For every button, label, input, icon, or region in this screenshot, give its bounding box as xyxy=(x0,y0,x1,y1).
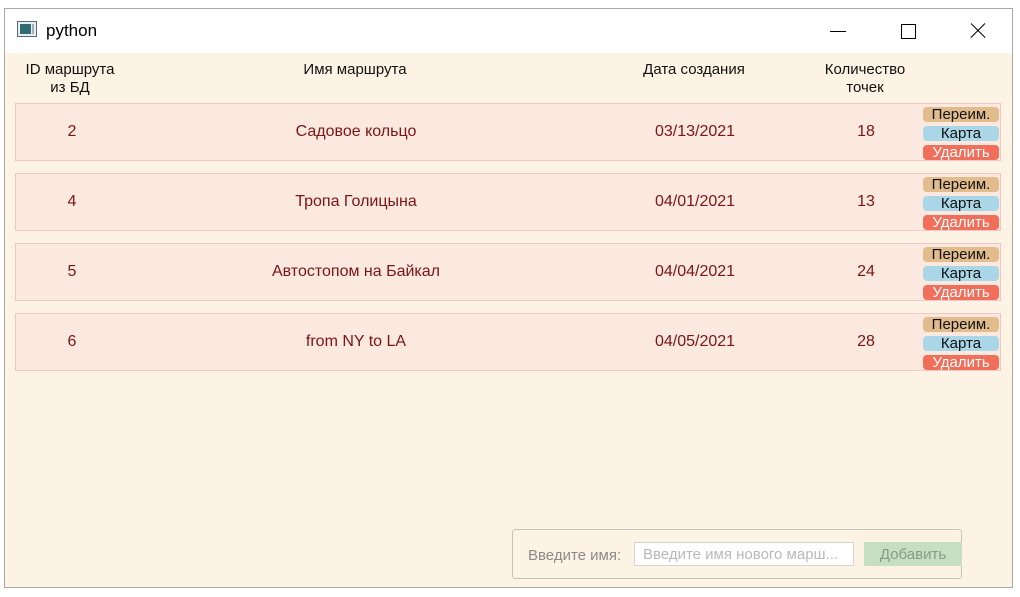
close-button[interactable] xyxy=(955,9,1001,53)
add-button[interactable]: Добавить xyxy=(864,542,962,566)
delete-button[interactable]: Удалить xyxy=(923,285,999,300)
route-id: 4 xyxy=(67,193,77,210)
map-button[interactable]: Карта xyxy=(923,196,999,211)
delete-button[interactable]: Удалить xyxy=(923,145,999,160)
route-id: 6 xyxy=(67,333,77,350)
app-window: python ID маршрута из БД Имя маршрута Да… xyxy=(4,8,1013,588)
route-point-count: 28 xyxy=(857,333,875,350)
map-button[interactable]: Карта xyxy=(923,126,999,141)
map-button[interactable]: Карта xyxy=(923,336,999,351)
header-date: Дата создания xyxy=(643,61,745,78)
route-point-count: 13 xyxy=(857,193,875,210)
maximize-button[interactable] xyxy=(885,9,931,53)
route-name: Тропа Голицына xyxy=(295,193,417,210)
rename-button[interactable]: Переим. xyxy=(923,247,999,262)
minimize-button[interactable] xyxy=(815,9,861,53)
route-name: Автостопом на Байкал xyxy=(271,263,441,280)
name-label: Введите имя: xyxy=(528,547,622,564)
maximize-icon xyxy=(900,23,916,39)
route-name-input[interactable] xyxy=(634,542,854,566)
route-row: 4 Тропа Голицына 04/01/2021 13 Переим. К… xyxy=(15,173,1001,231)
route-name: Садовое кольцо xyxy=(295,123,417,140)
rename-button[interactable]: Переим. xyxy=(923,317,999,332)
route-name: from NY to LA xyxy=(305,333,407,350)
route-row: 6 from NY to LA 04/05/2021 28 Переим. Ка… xyxy=(15,313,1001,371)
close-icon xyxy=(970,23,986,39)
route-row: 2 Садовое кольцо 03/13/2021 18 Переим. К… xyxy=(15,103,1001,161)
delete-button[interactable]: Удалить xyxy=(923,215,999,230)
route-date: 04/05/2021 xyxy=(654,333,736,350)
delete-button[interactable]: Удалить xyxy=(923,355,999,370)
route-date: 04/01/2021 xyxy=(654,193,736,210)
route-date: 03/13/2021 xyxy=(654,123,736,140)
route-id: 2 xyxy=(67,123,77,140)
header-count: Количество точек xyxy=(824,61,906,96)
minimize-icon xyxy=(830,30,846,32)
map-button[interactable]: Карта xyxy=(923,266,999,281)
window-title: python xyxy=(46,21,98,40)
add-route-form: Введите имя: Добавить xyxy=(512,529,962,579)
route-date: 04/04/2021 xyxy=(654,263,736,280)
route-id: 5 xyxy=(67,263,77,280)
route-point-count: 18 xyxy=(857,123,875,140)
rename-button[interactable]: Переим. xyxy=(923,177,999,192)
route-row: 5 Автостопом на Байкал 04/04/2021 24 Пер… xyxy=(15,243,1001,301)
rename-button[interactable]: Переим. xyxy=(923,107,999,122)
app-icon xyxy=(17,21,37,37)
title-bar[interactable]: python xyxy=(5,9,1012,53)
header-id: ID маршрута из БД xyxy=(25,61,115,96)
header-name: Имя маршрута xyxy=(303,61,407,78)
route-point-count: 24 xyxy=(857,263,875,280)
